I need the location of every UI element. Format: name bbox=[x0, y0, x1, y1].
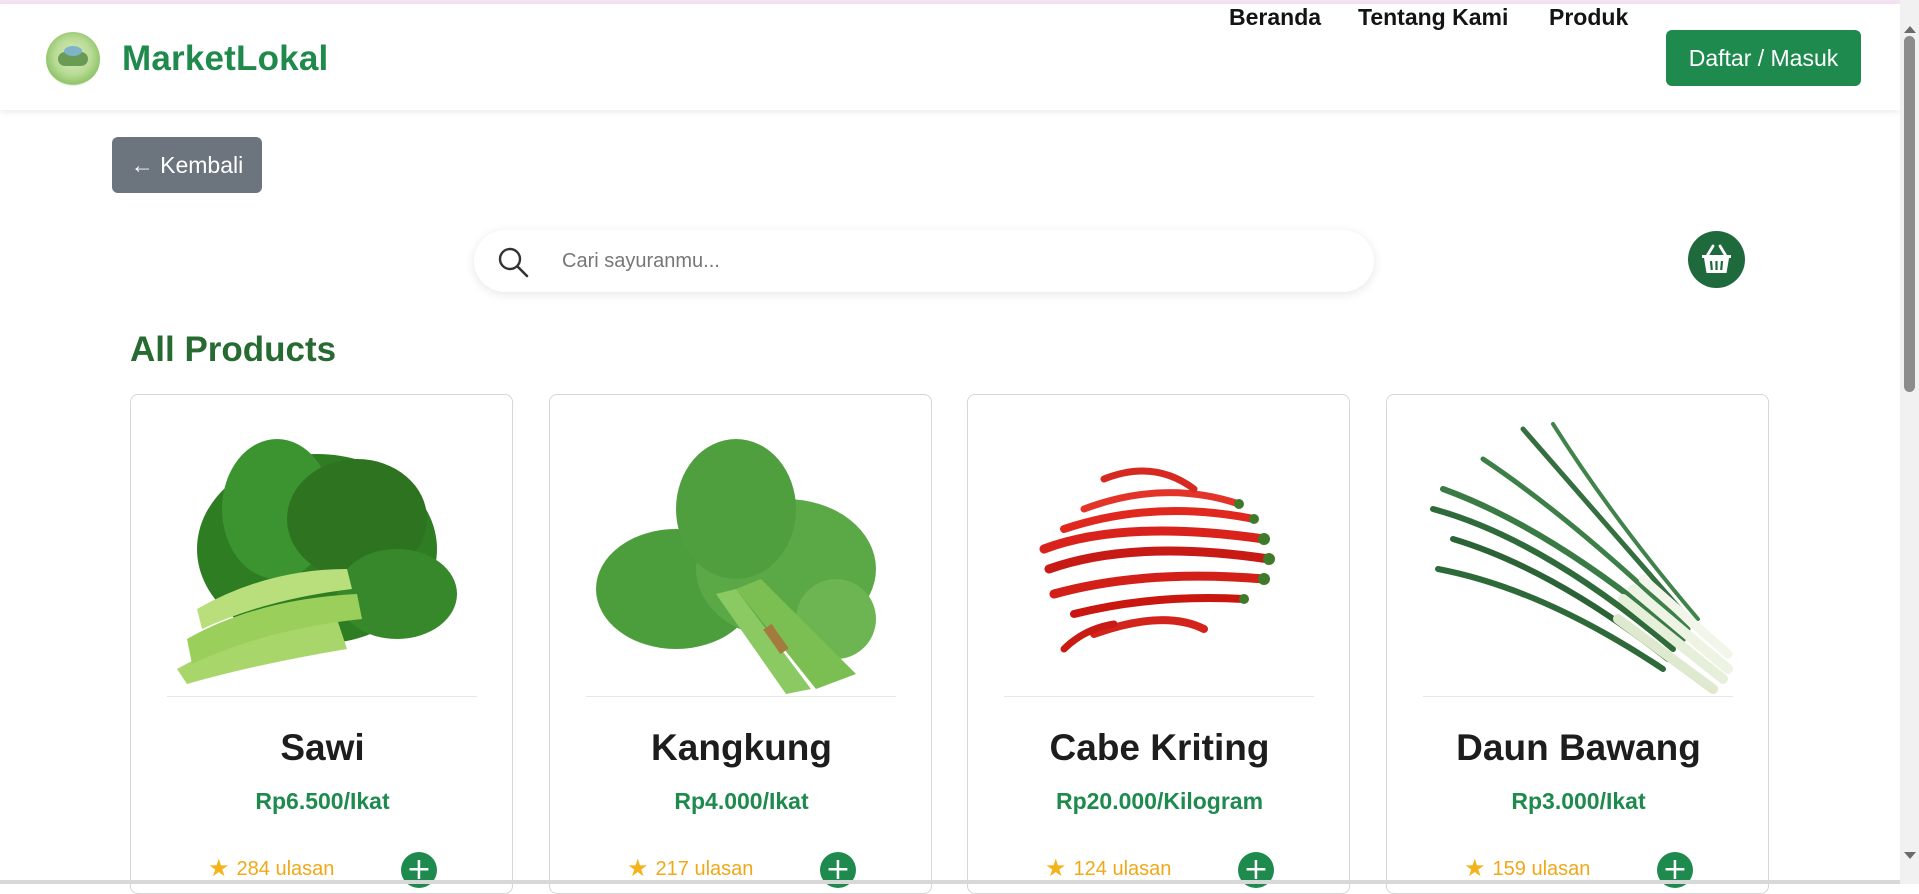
review-count: 124 ulasan bbox=[1073, 857, 1172, 880]
shopping-basket-icon bbox=[1702, 244, 1731, 273]
search-icon[interactable] bbox=[496, 245, 530, 279]
cart-button[interactable] bbox=[1688, 231, 1745, 288]
scroll-up-arrow-icon[interactable] bbox=[1904, 26, 1916, 33]
product-rating: ★ 159 ulasan bbox=[1464, 857, 1590, 881]
brand[interactable]: MarketLokal bbox=[46, 32, 328, 86]
search-bar bbox=[474, 230, 1374, 292]
nav-link-tentang-kami[interactable]: Tentang Kami bbox=[1358, 4, 1508, 31]
product-card[interactable]: Daun Bawang Rp3.000/Ikat ★ 159 ulasan + bbox=[1386, 394, 1769, 894]
product-rating: ★ 124 ulasan bbox=[1045, 857, 1171, 881]
kangkung-vegetable-image bbox=[586, 419, 896, 697]
vertical-scrollbar[interactable] bbox=[1900, 0, 1919, 884]
star-icon: ★ bbox=[208, 855, 230, 882]
product-card[interactable]: Kangkung Rp4.000/Ikat ★ 217 ulasan + bbox=[549, 394, 932, 894]
review-count: 284 ulasan bbox=[236, 857, 335, 880]
product-name: Sawi bbox=[280, 727, 365, 768]
search-input[interactable] bbox=[562, 242, 1342, 280]
bottom-edge bbox=[0, 880, 1900, 884]
back-button[interactable]: ← Kembali bbox=[112, 137, 262, 193]
brand-logo bbox=[46, 32, 100, 86]
product-card[interactable]: Cabe Kriting Rp20.000/Kilogram ★ 124 ula… bbox=[967, 394, 1350, 894]
product-price: Rp3.000/Ikat bbox=[1511, 788, 1646, 814]
product-price: Rp6.500/Ikat bbox=[255, 788, 390, 814]
product-name: Daun Bawang bbox=[1456, 727, 1701, 768]
nav-link-beranda[interactable]: Beranda bbox=[1229, 4, 1321, 31]
product-rating: ★ 217 ulasan bbox=[627, 857, 753, 881]
star-icon: ★ bbox=[627, 855, 649, 882]
sawi-vegetable-image bbox=[167, 419, 477, 697]
product-price: Rp20.000/Kilogram bbox=[1055, 788, 1264, 814]
star-icon: ★ bbox=[1045, 855, 1067, 882]
nav-link-produk[interactable]: Produk bbox=[1549, 4, 1628, 31]
scrollbar-thumb[interactable] bbox=[1904, 36, 1915, 392]
review-count: 217 ulasan bbox=[655, 857, 754, 880]
review-count: 159 ulasan bbox=[1492, 857, 1591, 880]
product-name: Cabe Kriting bbox=[1049, 727, 1270, 768]
navbar: MarketLokal Beranda Tentang Kami Produk … bbox=[0, 4, 1900, 110]
chili-pepper-image bbox=[1004, 419, 1314, 697]
product-card[interactable]: Sawi Rp6.500/Ikat ★ 284 ulasan + bbox=[130, 394, 513, 894]
product-rating: ★ 284 ulasan bbox=[208, 857, 334, 881]
scroll-down-arrow-icon[interactable] bbox=[1904, 852, 1916, 859]
product-name: Kangkung bbox=[651, 727, 832, 768]
login-register-button[interactable]: Daftar / Masuk bbox=[1666, 30, 1861, 86]
section-title: All Products bbox=[130, 330, 337, 369]
star-icon: ★ bbox=[1464, 855, 1486, 882]
spring-onion-image bbox=[1423, 419, 1733, 697]
product-price: Rp4.000/Ikat bbox=[674, 788, 809, 814]
brand-name: MarketLokal bbox=[122, 39, 329, 78]
